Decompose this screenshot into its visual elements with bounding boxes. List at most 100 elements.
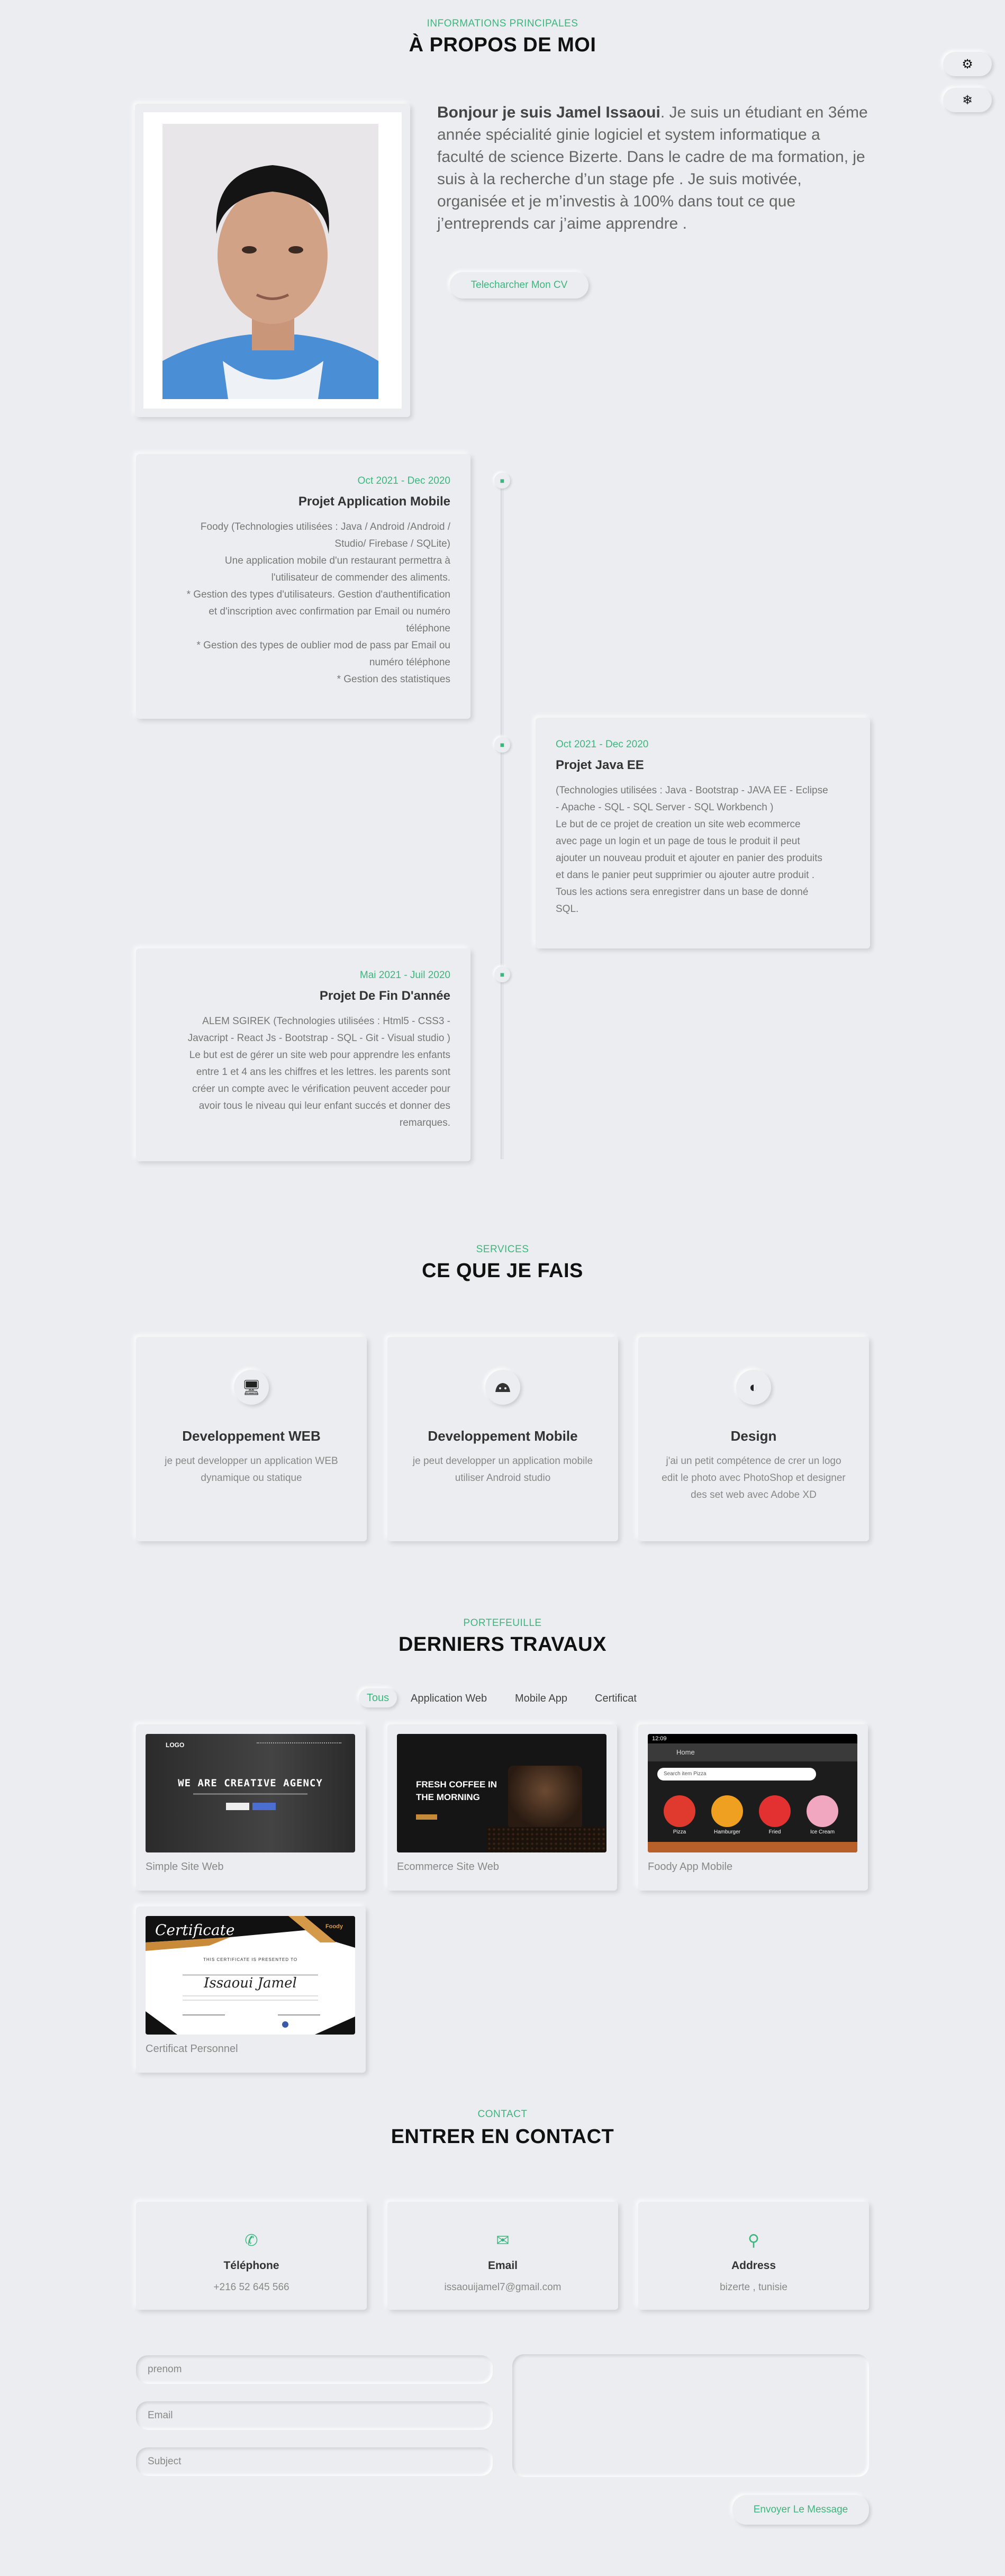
thumb-food-3 <box>759 1795 791 1827</box>
phone-icon: ✆ <box>245 2232 258 2249</box>
thumb-food-2 <box>711 1795 743 1827</box>
thumb-headline: FRESH COFFEE IN THE MORNING <box>416 1779 497 1802</box>
timeline-dot-2: ■ <box>494 737 510 753</box>
service-card-design: ◐ Design j'ai un petit compétence de cre… <box>638 1337 869 1541</box>
profile-photo-frame <box>135 104 410 417</box>
timeline-item-2: Oct 2021 - Dec 2020 Projet Java EE (Tech… <box>536 718 870 948</box>
download-cv-button[interactable]: Telecharcher Mon CV <box>450 272 588 299</box>
message-textarea[interactable] <box>512 2354 869 2477</box>
cert-subtitle: THIS CERTIFICATE IS PRESENTED TO <box>203 1957 298 1962</box>
timeline-dot-3: ■ <box>494 966 510 982</box>
cert-brand: Foody <box>325 1923 343 1930</box>
timeline-title: Projet De Fin D'année <box>319 989 450 1003</box>
thumb-subline <box>193 1793 307 1795</box>
work-thumbnail: 12:09 Home Search item Pizza Pizza Hambu… <box>648 1734 857 1852</box>
timeline-date: Mai 2021 - Juil 2020 <box>359 970 450 981</box>
contact-card-title: Email <box>487 2259 518 2272</box>
email-input[interactable] <box>136 2401 493 2430</box>
thumb-btn <box>416 1814 437 1820</box>
thumb-btn-1 <box>226 1803 249 1810</box>
gear-icon: ⚙ <box>962 57 973 71</box>
briefcase-icon: ■ <box>500 740 505 749</box>
service-card-mobile: Developpement Mobile je peut developper … <box>387 1337 618 1541</box>
timeline-title: Projet Application Mobile <box>298 494 450 509</box>
work-caption: Certificat Personnel <box>146 2043 238 2055</box>
timeline-dot-1: ■ <box>494 473 510 489</box>
services-kicker: SERVICES <box>476 1244 529 1255</box>
thumb-headline: WE ARE CREATIVE AGENCY <box>178 1777 323 1789</box>
subject-input[interactable] <box>136 2447 493 2476</box>
envelope-icon: ✉ <box>496 2232 510 2249</box>
prenom-input[interactable] <box>136 2355 493 2384</box>
food-label: Pizza <box>673 1829 686 1835</box>
theme-toggle-button[interactable]: ❄ <box>943 88 992 112</box>
coffee-cup-image <box>508 1766 582 1829</box>
thumb-nav <box>257 1742 341 1745</box>
profile-photo <box>143 112 402 409</box>
filter-mobile-app[interactable]: Mobile App <box>515 1693 567 1705</box>
service-description: j'ai un petit compétence de crer un logo… <box>662 1456 846 1501</box>
snowflake-icon: ❄ <box>962 93 973 107</box>
cert-title: Certificate <box>155 1921 235 1939</box>
android-icon <box>485 1370 520 1405</box>
cert-name: Issaoui Jamel <box>204 1975 297 1991</box>
work-card-ecommerce[interactable]: FRESH COFFEE IN THE MORNING Ecommerce Sit… <box>387 1724 617 1891</box>
timeline-date: Oct 2021 - Dec 2020 <box>556 739 649 750</box>
service-title: Developpement WEB <box>182 1428 321 1444</box>
thumb-logo: LOGO <box>166 1741 185 1749</box>
portfolio-kicker: PORTEFEUILLE <box>463 1617 542 1629</box>
about-greeting: Bonjour je suis Jamel Issaoui <box>437 104 660 121</box>
filter-all[interactable]: Tous <box>359 1688 397 1707</box>
about-bio: Bonjour je suis Jamel Issaoui. Je suis u… <box>437 102 871 235</box>
work-thumbnail: FRESH COFFEE IN THE MORNING <box>397 1734 606 1852</box>
food-label: Fried <box>768 1829 781 1835</box>
work-thumbnail: LOGO WE ARE CREATIVE AGENCY <box>146 1734 355 1852</box>
work-caption: Ecommerce Site Web <box>397 1861 500 1873</box>
contact-card-value: +216 52 645 566 <box>213 2282 289 2293</box>
map-marker-icon: ⚲ <box>748 2232 759 2249</box>
timeline-item-3: Mai 2021 - Juil 2020 Projet De Fin D'ann… <box>136 948 470 1161</box>
about-title: À PROPOS DE MOI <box>409 34 596 56</box>
contact-title: ENTRER EN CONTACT <box>391 2126 614 2148</box>
work-caption: Foody App Mobile <box>648 1861 733 1873</box>
work-card-foody-app[interactable]: 12:09 Home Search item Pizza Pizza Hambu… <box>638 1724 868 1891</box>
timeline-description: (Technologies utilisées : Java - Bootstr… <box>556 785 828 915</box>
contact-card-value: issaouijamel7@gmail.com <box>444 2282 562 2293</box>
work-card-certificate[interactable]: Certificate Foody THIS CERTIFICATE IS PR… <box>136 1906 366 2073</box>
contact-card-email: ✉ Email issaouijamel7@gmail.com <box>387 2202 618 2310</box>
briefcase-icon: ■ <box>500 970 505 979</box>
about-bio-text: . Je suis un étudiant en 3éme année spéc… <box>437 104 868 232</box>
portfolio-title: DERNIERS TRAVAUX <box>399 1633 606 1656</box>
timeline-description: ALEM SGIREK (Technologies utilisées : Ht… <box>187 1016 450 1128</box>
service-description: je peut developper un application WEB dyn… <box>165 1456 338 1484</box>
contact-card-title: Address <box>731 2259 776 2272</box>
food-label: Hamburger <box>713 1829 741 1835</box>
service-card-web: 🖥 Developpement WEB je peut developper u… <box>136 1337 367 1541</box>
work-thumbnail: Certificate Foody THIS CERTIFICATE IS PR… <box>146 1916 355 2035</box>
timeline-item-1: Oct 2021 - Dec 2020 Projet Application M… <box>136 454 470 719</box>
timeline-date: Oct 2021 - Dec 2020 <box>357 475 450 486</box>
service-title: Design <box>730 1428 777 1444</box>
timeline-title: Projet Java EE <box>556 758 644 772</box>
filter-certificate[interactable]: Certificat <box>595 1693 637 1705</box>
contact-card-title: Téléphone <box>223 2259 279 2272</box>
timeline-description: Foody (Technologies utilisées : Java / A… <box>186 521 450 685</box>
monitor-icon: 🖥 <box>234 1370 269 1405</box>
work-caption: Simple Site Web <box>146 1861 224 1873</box>
thumb-app-bar: Home <box>648 1743 857 1761</box>
contact-card-value: bizerte , tunisie <box>720 2282 787 2293</box>
contact-card-phone: ✆ Téléphone +216 52 645 566 <box>136 2202 367 2310</box>
thumb-status-bar: 12:09 <box>648 1734 857 1743</box>
thumb-search: Search item Pizza <box>657 1768 816 1780</box>
thumb-btn-2 <box>252 1803 276 1810</box>
timeline-line <box>501 476 504 1159</box>
send-message-button[interactable]: Envoyer Le Message <box>732 2495 869 2525</box>
thumb-food-4 <box>807 1795 838 1827</box>
services-title: CE QUE JE FAIS <box>422 1260 583 1282</box>
filter-web-app[interactable]: Application Web <box>411 1693 487 1705</box>
service-description: je peut developper un application mobile… <box>412 1456 593 1484</box>
work-card-simple-site[interactable]: LOGO WE ARE CREATIVE AGENCY Simple Site … <box>136 1724 366 1891</box>
contact-kicker: CONTACT <box>477 2109 528 2120</box>
briefcase-icon: ■ <box>500 476 505 485</box>
thumb-bottom-strip <box>648 1842 857 1852</box>
